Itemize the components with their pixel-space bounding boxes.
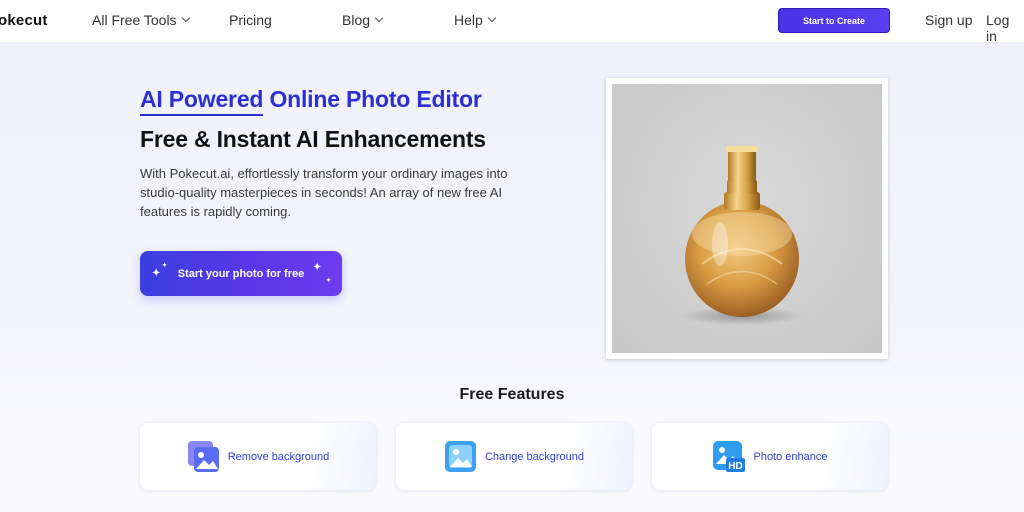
sparkle-icon: ✦ (313, 262, 322, 273)
sparkle-icon: ✦ (326, 278, 332, 284)
nav-pricing[interactable]: Pricing (229, 12, 272, 28)
photo-enhance-label: Photo enhance (753, 450, 828, 463)
remove-background-card[interactable]: Remove background (140, 423, 376, 490)
hero-subtitle: Free & Instant AI Enhancements (140, 126, 486, 152)
remove-background-label: Remove background (227, 450, 330, 463)
start-your-photo-button[interactable]: ✦ ✦ Start your photo for free ✦ ✦ (140, 251, 342, 296)
free-features-heading: Free Features (459, 386, 565, 403)
sign-up-link[interactable]: Sign up (925, 12, 972, 28)
sparkle-icon: ✦ (162, 263, 168, 269)
photo-enhance-card[interactable]: HD Photo enhance (652, 423, 888, 490)
nav-all-free-tools-label: All Free Tools (92, 12, 177, 28)
pokecut-logo[interactable]: okecut (0, 12, 48, 29)
chevron-down-icon (374, 13, 384, 23)
nav-blog-label: Blog (342, 12, 371, 28)
chevron-down-icon (487, 13, 497, 23)
nav-blog[interactable]: Blog (342, 12, 384, 28)
chevron-down-icon (181, 13, 190, 23)
remove-background-icon (187, 440, 220, 473)
photo-enhance-hd-icon: HD (712, 440, 746, 473)
start-your-photo-label: Start your photo for free (177, 267, 305, 280)
hero-description: With Pokecut.ai, effortlessly transform … (140, 166, 508, 219)
start-to-create-button[interactable]: Start to Create (778, 8, 890, 33)
nav-all-free-tools[interactable]: All Free Tools (92, 12, 190, 28)
top-navigation-bar: okecut All Free Tools Pricing Blog Help … (0, 0, 1024, 44)
nav-help-label: Help (454, 12, 483, 28)
hero-title-highlight: AI Powered (140, 86, 264, 112)
svg-text:HD: HD (729, 461, 743, 472)
sparkle-icon: ✦ (152, 268, 161, 279)
change-background-icon (444, 440, 477, 473)
hero-title-rest: Online Photo Editor (263, 86, 482, 112)
perfume-bottle-image (612, 84, 882, 353)
change-background-card[interactable]: Change background (396, 423, 632, 490)
change-background-label: Change background (484, 450, 585, 463)
hero-title: AI Powered Online Photo Editor (140, 86, 482, 113)
perfume-bottle-illustration (680, 146, 804, 325)
nav-help[interactable]: Help (454, 12, 497, 28)
hero-product-image-frame (606, 78, 888, 359)
log-in-link[interactable]: Log in (986, 12, 1024, 44)
nav-pricing-label: Pricing (229, 12, 272, 28)
